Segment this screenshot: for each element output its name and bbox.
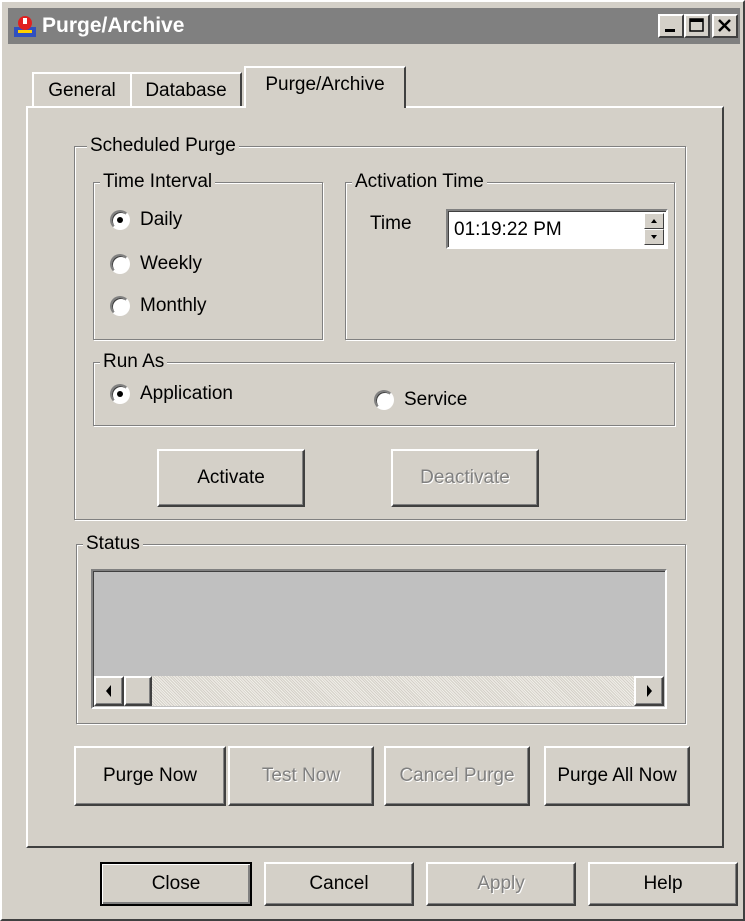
title-bar[interactable]: Purge/Archive	[8, 8, 740, 44]
radio-service-label: Service	[404, 389, 468, 410]
radio-monthly[interactable]: Monthly	[110, 295, 207, 317]
deactivate-button[interactable]: Deactivate	[391, 449, 539, 507]
purge-archive-dialog: Purge/Archive General Database Purge/Arc…	[0, 0, 745, 921]
test-now-button[interactable]: Test Now	[228, 746, 374, 806]
radio-indicator	[110, 210, 130, 230]
status-group: Status	[76, 532, 686, 724]
purge-now-button[interactable]: Purge Now	[74, 746, 226, 806]
help-button[interactable]: Help	[588, 862, 738, 906]
radio-indicator	[374, 390, 394, 410]
scroll-right-button[interactable]	[634, 676, 664, 706]
tab-database[interactable]: Database	[130, 72, 242, 108]
horizontal-scrollbar[interactable]	[94, 676, 664, 706]
status-label: Status	[83, 532, 143, 556]
radio-weekly-label: Weekly	[140, 253, 202, 274]
tab-purge-archive[interactable]: Purge/Archive	[244, 66, 406, 108]
cancel-purge-button[interactable]: Cancel Purge	[384, 746, 530, 806]
tab-panel: Scheduled Purge Time Interval Daily Week…	[26, 106, 724, 848]
maximize-button[interactable]	[684, 14, 710, 38]
arrow-right-icon	[647, 685, 652, 697]
maximize-icon	[689, 18, 704, 32]
scroll-left-button[interactable]	[94, 676, 124, 706]
radio-indicator	[110, 254, 130, 274]
tab-general[interactable]: General	[32, 72, 132, 108]
app-icon	[14, 16, 36, 37]
radio-monthly-label: Monthly	[140, 295, 207, 316]
purge-all-now-button[interactable]: Purge All Now	[544, 746, 690, 806]
status-list[interactable]	[91, 569, 667, 709]
minimize-button[interactable]	[658, 14, 684, 38]
radio-indicator	[110, 384, 130, 404]
time-spinner[interactable]: 01:19:22 PM	[446, 209, 668, 249]
scheduled-purge-label: Scheduled Purge	[87, 134, 239, 158]
radio-application-label: Application	[140, 383, 233, 404]
activation-time-group: Activation Time Time 01:19:22 PM	[345, 170, 675, 340]
close-window-button[interactable]	[712, 14, 738, 38]
arrow-down-icon	[651, 235, 657, 239]
close-button[interactable]: Close	[100, 862, 252, 906]
radio-indicator	[110, 296, 130, 316]
spin-down-button[interactable]	[644, 229, 664, 245]
radio-daily[interactable]: Daily	[110, 209, 182, 231]
activation-time-label: Activation Time	[352, 170, 487, 194]
arrow-up-icon	[651, 219, 657, 223]
radio-application[interactable]: Application	[110, 383, 233, 405]
apply-button[interactable]: Apply	[426, 862, 576, 906]
radio-daily-label: Daily	[140, 209, 183, 230]
arrow-left-icon	[106, 685, 111, 697]
time-value[interactable]: 01:19:22 PM	[454, 219, 562, 241]
time-interval-label: Time Interval	[100, 170, 216, 194]
activate-button[interactable]: Activate	[157, 449, 305, 507]
run-as-group: Run As Application Service	[93, 350, 675, 426]
close-icon	[718, 19, 731, 32]
window-title: Purge/Archive	[42, 14, 185, 37]
scheduled-purge-group: Scheduled Purge Time Interval Daily Week…	[74, 134, 686, 520]
cancel-button[interactable]: Cancel	[264, 862, 414, 906]
time-label: Time	[370, 213, 412, 234]
run-as-label: Run As	[100, 350, 168, 374]
spin-up-button[interactable]	[644, 213, 664, 229]
radio-service[interactable]: Service	[374, 389, 467, 411]
scroll-thumb[interactable]	[124, 676, 152, 706]
minimize-icon	[665, 29, 675, 32]
radio-weekly[interactable]: Weekly	[110, 253, 202, 275]
time-interval-group: Time Interval Daily Weekly Monthly	[93, 170, 323, 340]
